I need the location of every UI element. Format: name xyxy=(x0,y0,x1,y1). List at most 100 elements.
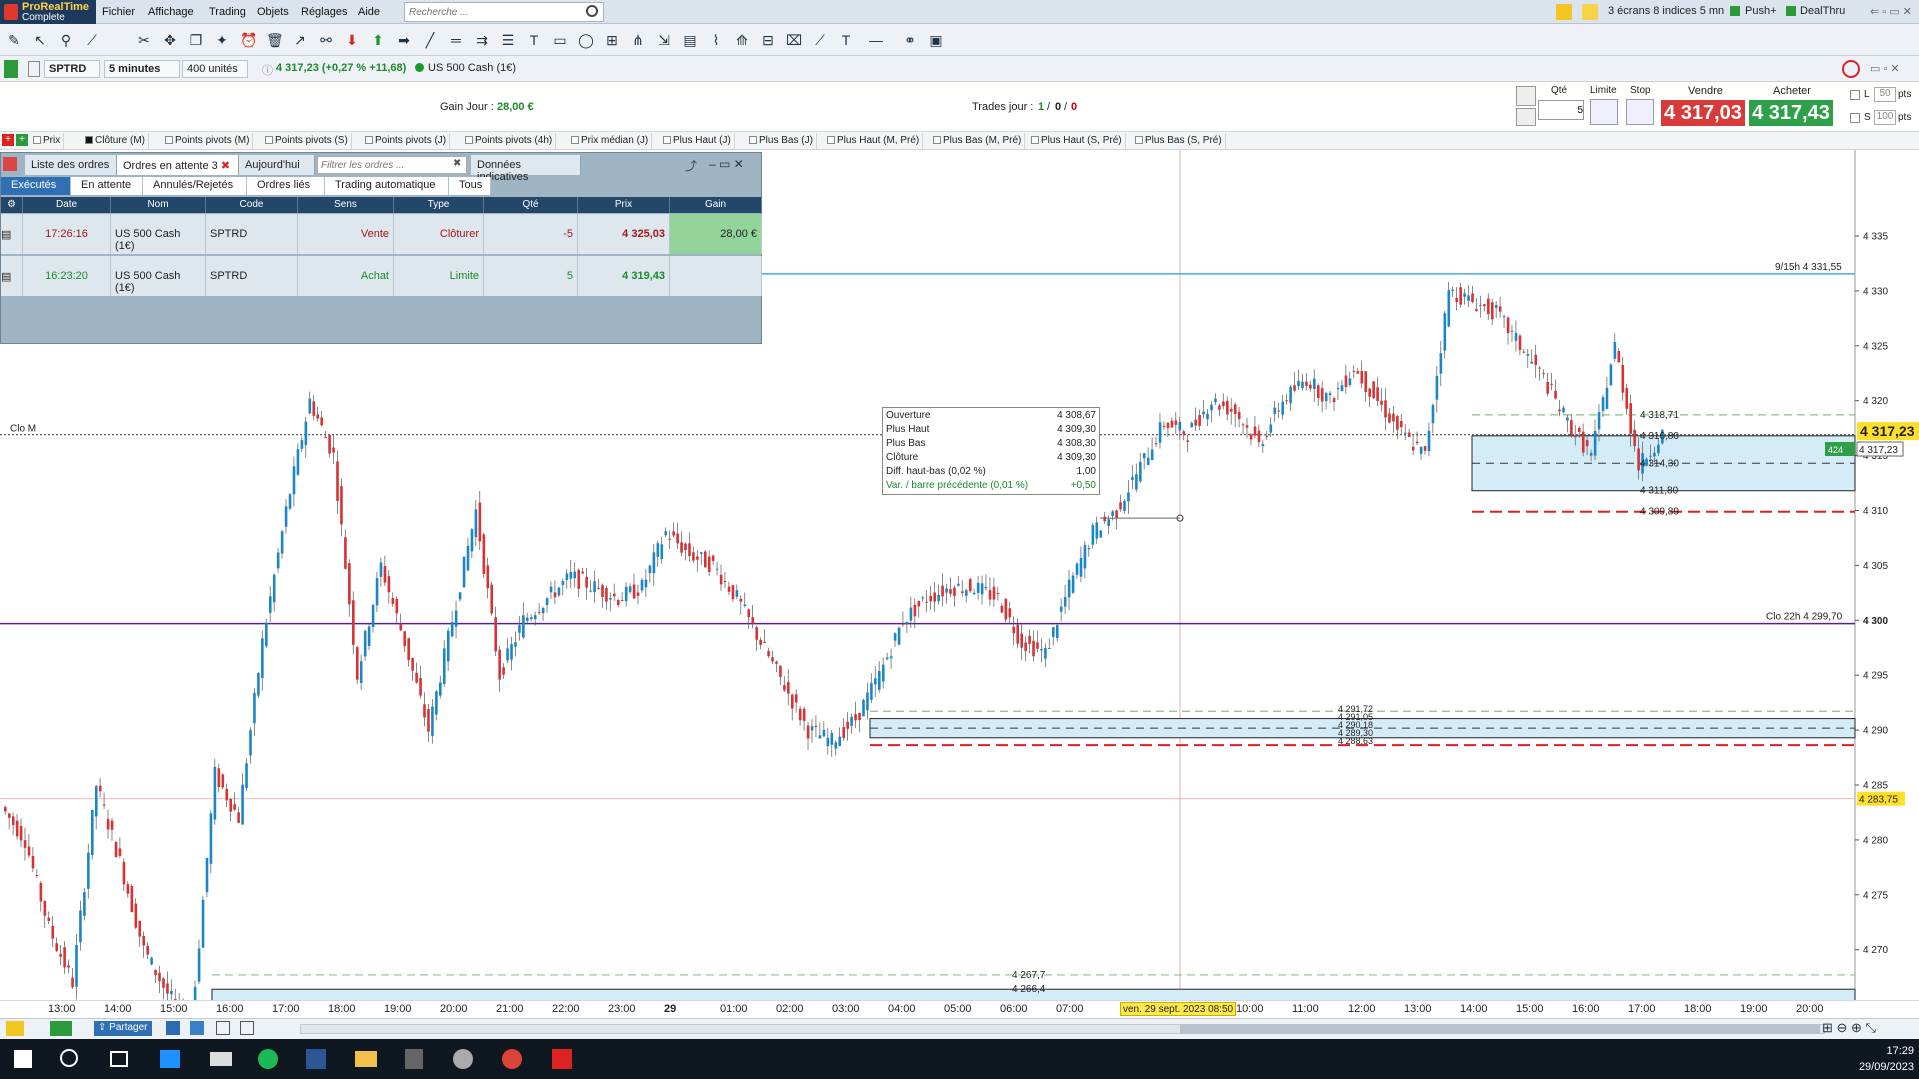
chart-type-icon[interactable] xyxy=(4,60,18,78)
dash-tool-icon[interactable]: — xyxy=(868,32,884,48)
fan-tool-icon[interactable]: ⟰ xyxy=(734,32,750,48)
indicator-checkbox[interactable] xyxy=(465,136,473,144)
buy-button[interactable]: 4 317,43 xyxy=(1749,100,1833,126)
calculator-icon[interactable] xyxy=(405,1049,423,1069)
info-icon[interactable]: ⓘ xyxy=(262,62,273,78)
calc-icon[interactable] xyxy=(1516,108,1536,126)
indicator-0[interactable]: Prix xyxy=(30,133,65,149)
close-tab-icon[interactable]: ✖ xyxy=(221,160,230,172)
l-points-input[interactable]: 50 xyxy=(1874,87,1896,102)
connect-tool-icon[interactable]: ⚭ xyxy=(902,32,918,48)
stop-order-button[interactable] xyxy=(1626,99,1654,125)
store-icon[interactable] xyxy=(160,1050,180,1068)
copy-icon[interactable]: ❐ xyxy=(188,32,204,48)
brush-tool-icon[interactable]: ⌧ xyxy=(786,32,802,48)
zoom-tool-icon[interactable]: ⚲ xyxy=(58,32,74,48)
subtab-linked[interactable]: Ordres liés xyxy=(247,177,325,195)
tools-icon[interactable]: ✂ xyxy=(136,32,152,48)
col-qte[interactable]: Qté xyxy=(484,197,578,213)
dealthru-button[interactable]: DealThru xyxy=(1800,5,1845,17)
chart-window-controls-icon[interactable]: ▭ ▫ ✕ xyxy=(1870,62,1900,75)
indicator-checkbox[interactable] xyxy=(165,136,173,144)
files-icon[interactable] xyxy=(210,1052,232,1066)
tab-indicative-data[interactable]: Données indicatives xyxy=(471,155,581,183)
settings-icon[interactable] xyxy=(1516,86,1536,106)
remove-indicator-icon[interactable]: + xyxy=(2,134,14,146)
subtab-executed[interactable]: Exécutés xyxy=(1,177,71,195)
indicator-1[interactable]: Clôture (M) xyxy=(82,133,150,149)
spotify-icon[interactable] xyxy=(258,1049,278,1069)
measure-tool-icon[interactable]: ⇲ xyxy=(656,32,672,48)
zone-tool-icon[interactable]: ▤ xyxy=(682,32,698,48)
row-detail-icon[interactable]: ▤ xyxy=(1,256,23,296)
draw-icon[interactable] xyxy=(6,1021,24,1036)
indicator-7[interactable]: Plus Haut (J) xyxy=(660,133,735,149)
indicator-checkbox[interactable] xyxy=(571,136,579,144)
notes-icon[interactable] xyxy=(1582,4,1598,20)
pencil-icon[interactable] xyxy=(1556,4,1572,20)
word-icon[interactable] xyxy=(306,1049,326,1069)
screen-icon[interactable] xyxy=(166,1021,180,1035)
settings-col-icon[interactable]: ⚙ xyxy=(1,197,23,213)
indicator-checkbox[interactable] xyxy=(265,136,273,144)
tab-order-list[interactable]: Liste des ordres xyxy=(25,155,117,175)
trash-icon[interactable]: 🗑 xyxy=(266,32,284,48)
col-gain[interactable]: Gain xyxy=(670,197,762,213)
col-date[interactable]: Date xyxy=(23,197,111,213)
refresh-icon[interactable] xyxy=(1842,60,1860,78)
indicator-3[interactable]: Points pivots (S) xyxy=(262,133,352,149)
search-taskbar-icon[interactable] xyxy=(60,1049,78,1067)
indicator-checkbox[interactable] xyxy=(365,136,373,144)
layers-icon[interactable] xyxy=(190,1021,204,1035)
share-icon[interactable]: ⤴ xyxy=(685,157,697,174)
explorer-icon[interactable] xyxy=(355,1051,377,1067)
subtab-cancelled[interactable]: Annulés/Rejetés xyxy=(143,177,247,195)
windows-start-icon[interactable] xyxy=(14,1050,32,1068)
subtab-all[interactable]: Tous xyxy=(449,177,491,195)
ruler2-tool-icon[interactable]: ⟋ xyxy=(812,32,828,48)
text2-tool-icon[interactable]: T xyxy=(838,32,854,48)
clear-filter-icon[interactable]: ✖ xyxy=(453,158,461,169)
task-view-icon[interactable] xyxy=(110,1051,128,1067)
ellipse-tool-icon[interactable]: ◯ xyxy=(578,32,594,48)
indicator-4[interactable]: Points pivots (J) xyxy=(362,133,451,149)
layout-selector[interactable]: 3 écrans 8 indices 5 mn xyxy=(1608,5,1724,17)
col-prix[interactable]: Prix xyxy=(578,197,670,213)
search-input[interactable] xyxy=(404,2,604,22)
add-indicator-icon[interactable]: + xyxy=(16,134,28,146)
chart-style-icon[interactable] xyxy=(50,1021,72,1036)
qty-input[interactable] xyxy=(1538,100,1584,120)
tab-pending-orders[interactable]: Ordres en attente 3 ✖ xyxy=(117,155,239,175)
menu-aide[interactable]: Aide xyxy=(358,6,380,18)
period-selector[interactable]: Aujourd'hui xyxy=(239,155,315,175)
symbol-selector[interactable]: SPTRD xyxy=(44,60,100,78)
col-nom[interactable]: Nom xyxy=(111,197,206,213)
zoom-controls-icon[interactable]: ⊞ ⊖ ⊕ ⤡ xyxy=(1822,1020,1876,1036)
indicator-checkbox[interactable] xyxy=(1135,136,1143,144)
indicator-8[interactable]: Plus Bas (J) xyxy=(746,133,817,149)
alert-icon[interactable] xyxy=(240,1021,254,1035)
menu-affichage[interactable]: Affichage xyxy=(148,6,194,18)
limit-order-button[interactable] xyxy=(1590,99,1618,125)
indicator-checkbox[interactable] xyxy=(749,136,757,144)
units-selector[interactable]: 400 unités xyxy=(182,60,248,78)
col-sens[interactable]: Sens xyxy=(298,197,394,213)
filter-orders-input[interactable] xyxy=(317,156,467,174)
chrome-icon[interactable] xyxy=(502,1049,522,1069)
scrollbar-thumb[interactable] xyxy=(1180,1024,1820,1034)
text-tool-icon[interactable]: T xyxy=(526,32,542,48)
down-arrow-icon[interactable]: ⬇ xyxy=(344,32,360,48)
hline-tool-icon[interactable]: ═ xyxy=(448,32,464,48)
settings-taskbar-icon[interactable] xyxy=(453,1049,473,1069)
prorealtime-taskbar-icon[interactable] xyxy=(552,1049,572,1069)
line-tool-icon[interactable]: ╱ xyxy=(422,32,438,48)
menu-trading[interactable]: Trading xyxy=(209,6,246,18)
right-arrow-icon[interactable]: ➡ xyxy=(396,32,412,48)
sell-button[interactable]: 4 317,03 xyxy=(1661,100,1745,126)
indicator-6[interactable]: Prix médian (J) xyxy=(568,133,653,149)
indicator-checkbox[interactable] xyxy=(33,136,41,144)
link-chain-icon[interactable] xyxy=(28,61,40,77)
ruler-tool-icon[interactable]: ⟋ xyxy=(84,32,100,48)
indicator-10[interactable]: Plus Bas (M, Pré) xyxy=(930,133,1026,149)
gann-tool-icon[interactable]: ⊞ xyxy=(604,32,620,48)
